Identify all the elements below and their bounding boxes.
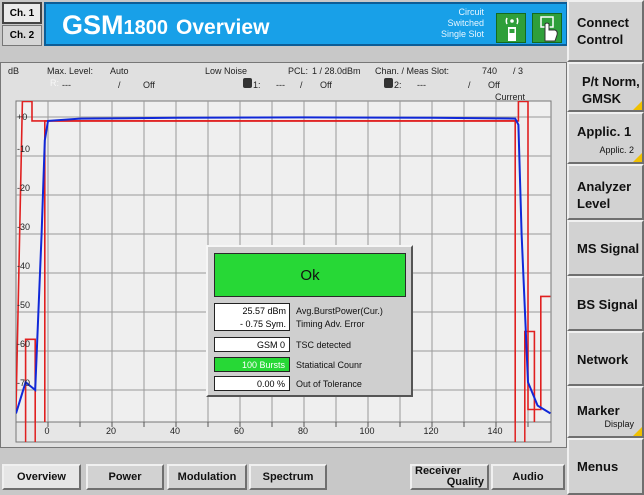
measurement-result-dialog: Ok 25.57 dBm - 0.75 Sym. Avg.BurstPower(… [206, 245, 413, 397]
y-tick-label: -20 [17, 183, 31, 193]
y-tick-label: -40 [17, 261, 31, 271]
statistical-count-value: 100 Bursts [214, 357, 290, 372]
y-tick-label: -10 [17, 144, 31, 154]
timing-adv-error-label: Timing Adv. Error [296, 319, 365, 329]
x-tick-label: 140 [487, 426, 503, 436]
timing-adv-error-value: - 0.75 Sym. [239, 319, 286, 329]
tab-modulation[interactable]: Modulation [167, 464, 247, 490]
avg-burst-power-value: 25.57 dBm [242, 306, 286, 316]
out-of-tolerance-label: Out of Tolerance [296, 379, 362, 389]
x-tick-label: 120 [423, 426, 439, 436]
x-tick-label: 80 [297, 426, 308, 436]
avg-burst-power-label: Avg.BurstPower(Cur.) [296, 306, 383, 316]
tsc-value: GSM 0 [214, 337, 290, 352]
tsc-label: TSC detected [296, 340, 352, 350]
x-tick-label: 40 [169, 426, 180, 436]
tab-overview[interactable]: Overview [2, 464, 81, 490]
y-tick-label: -30 [17, 222, 31, 232]
statistical-count-label: Statiatical Counr [296, 360, 363, 370]
x-tick-label: 60 [233, 426, 244, 436]
tab-spectrum[interactable]: Spectrum [249, 464, 327, 490]
out-of-tolerance-value: 0.00 % [214, 376, 290, 391]
y-tick-label: -70 [17, 378, 31, 388]
y-tick-label: -50 [17, 300, 31, 310]
status-ok-indicator: Ok [214, 253, 406, 297]
x-tick-label: 0 [44, 426, 50, 436]
x-tick-label: 100 [359, 426, 375, 436]
tab-receiver-quality[interactable]: Receiver Quality [410, 464, 489, 490]
quality-label: Quality [446, 476, 484, 488]
tab-power[interactable]: Power [86, 464, 164, 490]
y-tick-label: -60 [17, 339, 31, 349]
y-tick-label: +0 [17, 112, 28, 122]
x-tick-label: 20 [105, 426, 116, 436]
tab-audio[interactable]: Audio [491, 464, 565, 490]
